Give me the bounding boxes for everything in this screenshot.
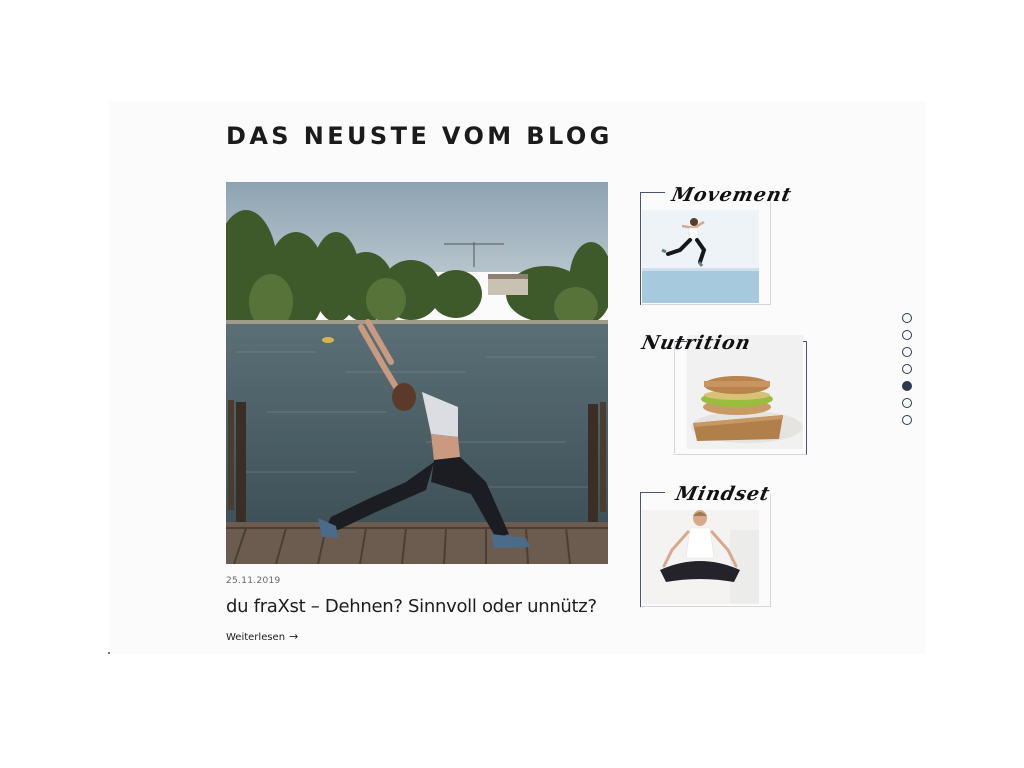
pagination-dot[interactable] xyxy=(902,398,912,408)
arrow-right-icon: → xyxy=(289,630,299,643)
category-card-nutrition[interactable]: Nutrition xyxy=(639,332,810,455)
category-label-movement: Movement xyxy=(669,184,794,206)
frame-corner xyxy=(674,341,676,453)
blog-post-image[interactable] xyxy=(226,182,608,564)
read-more-label: Weiterlesen xyxy=(226,632,286,643)
decorative-dot xyxy=(108,652,110,654)
category-label-mindset: Mindset xyxy=(673,483,773,505)
category-card-movement[interactable]: Movement xyxy=(640,184,812,306)
category-label-nutrition: Nutrition xyxy=(639,332,754,354)
section-heading: DAS NEUSTE VOM BLOG xyxy=(226,122,613,150)
pagination-dot[interactable] xyxy=(902,313,912,323)
meditating-woman-photo-icon xyxy=(642,510,759,604)
category-card-mindset[interactable]: Mindset xyxy=(640,483,800,608)
post-date: 25.11.2019 xyxy=(226,576,281,586)
pagination-dot[interactable] xyxy=(902,415,912,425)
jumping-woman-photo-icon xyxy=(642,210,759,303)
read-more-link[interactable]: Weiterlesen → xyxy=(226,630,298,643)
pagination-dot[interactable] xyxy=(902,330,912,340)
pagination-dot[interactable] xyxy=(902,364,912,374)
pagination-dot[interactable] xyxy=(902,347,912,357)
post-title-link[interactable]: du fraXst – Dehnen? Sinnvoll oder unnütz… xyxy=(226,596,597,617)
pagination-dot-active[interactable] xyxy=(902,381,912,391)
slider-pagination xyxy=(901,313,915,432)
